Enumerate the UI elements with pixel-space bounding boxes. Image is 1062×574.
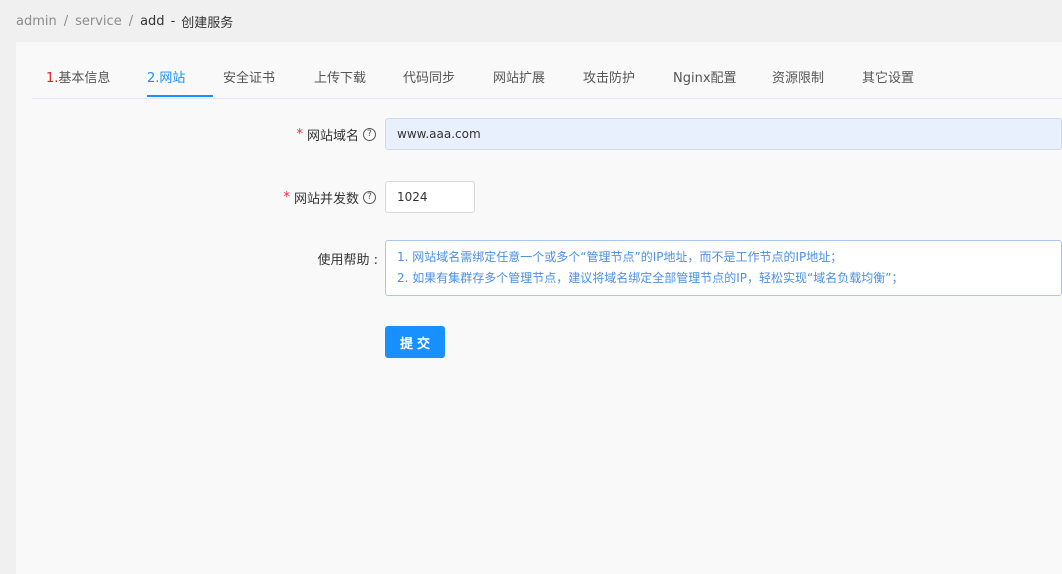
tab-code-sync[interactable]: 代码同步: [403, 60, 455, 97]
tab-label: 网站扩展: [493, 71, 546, 86]
tab-label: 代码同步: [403, 71, 456, 86]
tab-other-settings[interactable]: 其它设置: [862, 60, 914, 97]
domain-label-text: 网站域名: [306, 128, 359, 144]
tab-resource-limit[interactable]: 资源限制: [772, 60, 824, 97]
breadcrumb-separator: /: [63, 13, 69, 29]
tab-label: 其它设置: [862, 71, 915, 86]
usage-help-box: 1. 网站域名需绑定任意一个或多个“管理节点”的IP地址，而不是工作节点的IP地…: [385, 240, 1062, 296]
tab-label: 网站: [159, 71, 186, 86]
breadcrumb-item-add: add: [140, 13, 165, 29]
concurrency-label: * 网站并发数 ?: [196, 181, 376, 213]
breadcrumb-item-admin[interactable]: admin: [16, 14, 57, 29]
page-title: 创建服务: [181, 15, 234, 31]
tab-step-number: 2.: [147, 71, 160, 86]
concurrency-label-text: 网站并发数: [293, 191, 359, 207]
question-circle-icon[interactable]: ?: [363, 127, 376, 141]
concurrency-input-value: 1024: [397, 190, 428, 204]
tab-attack-protection[interactable]: 攻击防护: [583, 60, 635, 97]
breadcrumb-dash: -: [170, 13, 176, 29]
tab-label: 基本信息: [58, 71, 111, 86]
tab-label: Nginx配置: [673, 71, 737, 86]
tab-label: 上传下载: [314, 71, 367, 86]
tab-basic-info[interactable]: 1.基本信息: [46, 60, 110, 97]
question-circle-icon[interactable]: ?: [363, 190, 376, 204]
required-mark: *: [283, 189, 290, 205]
usage-help-line: 2. 如果有集群存多个管理节点，建议将域名绑定全部管理节点的IP，轻松实现“域名…: [397, 271, 904, 285]
required-mark: *: [296, 126, 303, 142]
domain-input-value: www.aaa.com: [397, 127, 481, 141]
form-card: 1.基本信息 2.网站 安全证书 上传下载 代码同步 网站扩展 攻击防护 Ngi…: [16, 42, 1062, 574]
submit-button[interactable]: 提交: [385, 326, 445, 358]
domain-input[interactable]: www.aaa.com: [385, 118, 1062, 150]
tab-website[interactable]: 2.网站: [147, 60, 185, 97]
tab-nginx-config[interactable]: Nginx配置: [673, 60, 737, 97]
tab-label: 攻击防护: [583, 71, 636, 86]
tab-label: 安全证书: [223, 71, 276, 86]
tab-step-number: 1.: [46, 71, 59, 86]
breadcrumb-separator: /: [128, 13, 134, 29]
breadcrumb-item-service[interactable]: service: [75, 14, 122, 29]
tab-upload-download[interactable]: 上传下载: [314, 60, 366, 97]
usage-help-label-text: 使用帮助 :: [317, 252, 378, 268]
domain-label: * 网站域名 ?: [196, 118, 376, 150]
active-tab-indicator: [147, 95, 213, 97]
tab-label: 资源限制: [772, 71, 825, 86]
tab-ssl-cert[interactable]: 安全证书: [223, 60, 275, 97]
usage-help-label: 使用帮助 :: [196, 242, 378, 274]
tab-site-extension[interactable]: 网站扩展: [493, 60, 545, 97]
tab-bar: 1.基本信息 2.网站 安全证书 上传下载 代码同步 网站扩展 攻击防护 Ngi…: [32, 60, 1062, 99]
concurrency-input[interactable]: 1024: [385, 181, 475, 213]
breadcrumb: admin / service / add - 创建服务: [16, 12, 234, 31]
usage-help-line: 1. 网站域名需绑定任意一个或多个“管理节点”的IP地址，而不是工作节点的IP地…: [397, 250, 843, 264]
